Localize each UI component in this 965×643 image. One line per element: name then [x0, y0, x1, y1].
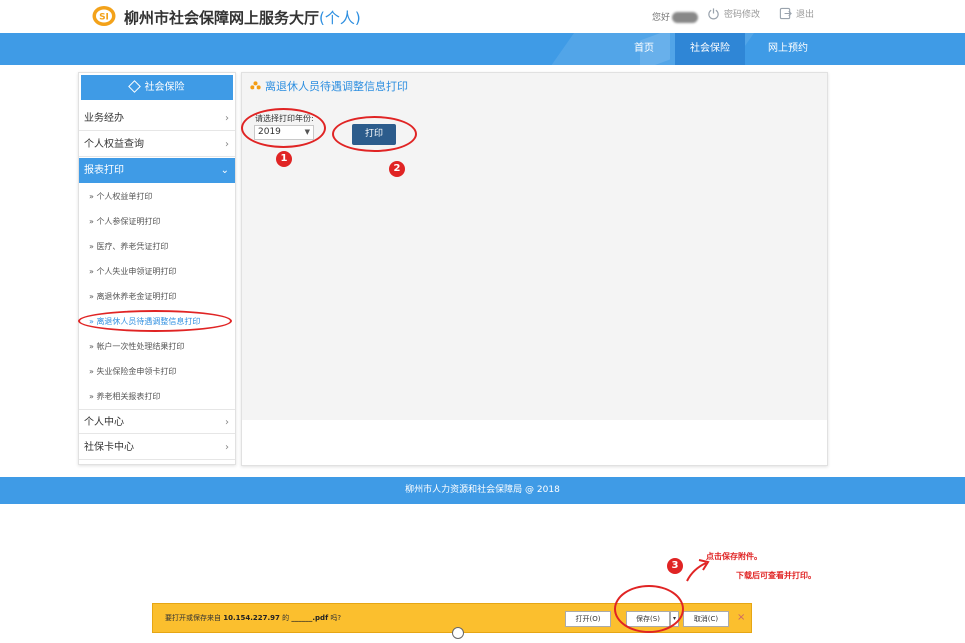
content-panel: 离退休人员待遇调整信息打印 请选择打印年份: 2019 ▼ 打印 [241, 72, 828, 466]
nav-home[interactable]: 首页 [625, 33, 663, 65]
footer: 柳州市人力资源和社会保障局 @ 2018 [0, 477, 965, 504]
sidebar-subitem[interactable]: » 帐户一次性处理结果打印 [79, 334, 235, 359]
sidebar-subitem[interactable]: » 医疗、养老凭证打印 [79, 234, 235, 259]
sidebar-subitem[interactable]: » 离退休养老金证明打印 [79, 284, 235, 309]
save-button[interactable]: 保存(S) [626, 611, 670, 627]
logout-icon [779, 7, 792, 20]
sidebar-header-label: 社会保险 [144, 82, 185, 93]
logo-icon: SI [92, 6, 116, 26]
sidebar: 社会保险 业务经办 › 个人权益查询 › 报表打印 ⌄ » 个人权益单打印 » … [78, 72, 236, 465]
svg-text:SI: SI [99, 13, 109, 23]
chevron-down-icon: ⌄ [220, 165, 229, 176]
cancel-button[interactable]: 取消(C) [683, 611, 729, 627]
sidebar-item-label: 报表打印 [84, 165, 124, 176]
sidebar-item-label: 个人中心 [84, 417, 124, 428]
print-button[interactable]: 打印 [352, 124, 396, 145]
sidebar-item-label: 业务经办 [84, 113, 124, 124]
main-navbar: 首页 社会保险 网上预约 [0, 33, 965, 65]
chevron-right-icon: › [225, 442, 229, 453]
nav-appointment[interactable]: 网上预约 [755, 33, 821, 65]
blurred-username [672, 12, 699, 23]
sidebar-subitem[interactable]: » 个人失业申领证明打印 [79, 259, 235, 284]
site-title: 柳州市社会保障网上服务大厅(个人) [124, 7, 361, 28]
caret-down-icon: ▼ [304, 128, 310, 136]
sidebar-header: 社会保险 [81, 75, 233, 100]
top-header: SI 柳州市社会保障网上服务大厅(个人) 您好 密码修改 退出 [0, 0, 965, 33]
greeting-text: 您好 [652, 13, 671, 23]
year-select-value: 2019 [258, 127, 281, 137]
sidebar-subitem-retiree-adjustment[interactable]: » 离退休人员待遇调整信息打印 [79, 309, 235, 334]
content-title-text: 离退休人员待遇调整信息打印 [265, 80, 408, 93]
save-options-dropdown[interactable]: ▾ [670, 611, 679, 627]
site-title-main: 柳州市社会保障网上服务大厅 [124, 9, 320, 27]
download-prompt-mid: 的 [282, 614, 290, 622]
download-prompt-suffix: 吗? [330, 614, 342, 622]
close-icon[interactable]: × [737, 612, 745, 623]
sidebar-subitem[interactable]: » 失业保险金申领卡打印 [79, 359, 235, 384]
user-greeting: 您好 [652, 10, 699, 23]
annotation-note-save: 点击保存附件。 [706, 552, 762, 561]
sidebar-subitem[interactable]: » 养老相关报表打印 [79, 384, 235, 409]
open-button[interactable]: 打开(O) [565, 611, 611, 627]
flower-icon [250, 80, 261, 89]
power-icon [708, 8, 719, 20]
logout-link[interactable]: 退出 [779, 7, 814, 20]
year-label: 请选择打印年份: [255, 114, 314, 123]
password-change-link[interactable]: 密码修改 [707, 7, 760, 20]
resize-grip[interactable] [452, 627, 464, 639]
chevron-right-icon: › [225, 139, 229, 150]
sidebar-item-rights-query[interactable]: 个人权益查询 › [79, 132, 235, 157]
site-title-sub: (个人) [319, 9, 361, 27]
logout-label: 退出 [796, 10, 815, 20]
content-body: 离退休人员待遇调整信息打印 请选择打印年份: 2019 ▼ 打印 [242, 73, 827, 420]
chevron-right-icon: › [225, 417, 229, 428]
content-title: 离退休人员待遇调整信息打印 [250, 78, 408, 94]
sidebar-subitem[interactable]: » 个人参保证明打印 [79, 209, 235, 234]
nav-social-insurance[interactable]: 社会保险 [675, 33, 745, 65]
sidebar-item-label: 个人权益查询 [84, 139, 144, 150]
download-prompt-prefix: 要打开或保存来自 [165, 614, 221, 622]
download-notification-bar: 要打开或保存来自 10.154.227.97 的 ______.pdf 吗? 打… [152, 603, 752, 633]
sidebar-item-personal-center[interactable]: 个人中心 › [79, 409, 235, 434]
annotation-arrow-icon [686, 559, 710, 582]
download-host: 10.154.227.97 [223, 614, 280, 622]
sidebar-subitem[interactable]: » 个人权益单打印 [79, 184, 235, 209]
diamond-icon [127, 80, 141, 93]
download-filename: ______.pdf [291, 614, 329, 622]
year-select[interactable]: 2019 ▼ [254, 125, 314, 140]
download-prompt: 要打开或保存来自 10.154.227.97 的 ______.pdf 吗? [165, 613, 341, 623]
annotation-number-3: 3 [667, 558, 683, 574]
password-change-label: 密码修改 [724, 10, 761, 20]
sidebar-item-card-center[interactable]: 社保卡中心 › [79, 435, 235, 460]
annotation-note-print: 下载后可查看并打印。 [736, 571, 816, 580]
sidebar-item-report-print[interactable]: 报表打印 ⌄ [79, 158, 235, 183]
chevron-right-icon: › [225, 113, 229, 124]
sidebar-item-business[interactable]: 业务经办 › [79, 106, 235, 131]
sidebar-item-label: 社保卡中心 [84, 442, 134, 453]
